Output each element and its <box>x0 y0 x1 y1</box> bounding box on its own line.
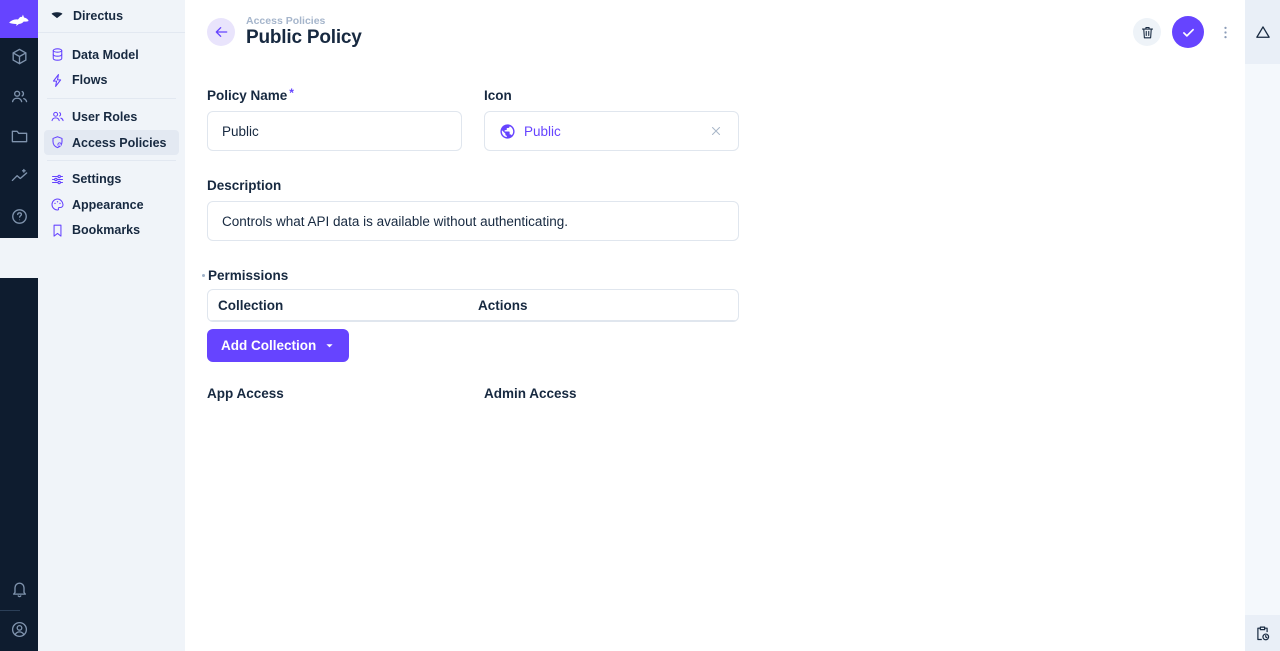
policy-name-input[interactable]: Public <box>207 111 462 151</box>
help-icon <box>10 207 29 229</box>
permissions-table: Collection Actions <box>207 289 739 322</box>
sidebar-item-label: Bookmarks <box>72 223 140 237</box>
main-content: Access Policies Public Policy Policy Nam… <box>185 0 1245 651</box>
notifications-button[interactable] <box>0 570 38 610</box>
sidebar-item-label: Settings <box>72 172 121 186</box>
database-icon <box>49 47 65 63</box>
sidebar-divider <box>47 160 176 161</box>
user-roles-icon <box>49 109 65 125</box>
sidebar-item-flows[interactable]: Flows <box>44 68 179 94</box>
description-input[interactable]: Controls what API data is available with… <box>207 201 739 241</box>
save-button[interactable] <box>1172 16 1204 48</box>
bell-icon <box>10 579 29 601</box>
project-switcher[interactable]: Directus <box>38 0 185 33</box>
add-collection-button[interactable]: Add Collection <box>207 329 349 362</box>
sidebar-item-data-model[interactable]: Data Model <box>44 42 179 68</box>
close-icon <box>709 124 723 138</box>
module-collections-module[interactable] <box>0 38 38 78</box>
module-help-module[interactable] <box>0 198 38 238</box>
module-bar <box>0 0 38 651</box>
sidebar-toggle-button[interactable] <box>1245 0 1280 64</box>
module-files-module[interactable] <box>0 118 38 158</box>
trash-icon <box>1140 25 1155 40</box>
project-logo-icon <box>49 8 65 24</box>
sidebar-item-label: Data Model <box>72 48 139 62</box>
column-actions: Actions <box>478 298 528 313</box>
app-root: Directus Data Model Flows User Roles Access… <box>0 0 1280 651</box>
tune-icon <box>49 171 65 187</box>
folder-icon <box>10 127 29 149</box>
more-options-button[interactable] <box>1215 18 1235 46</box>
gear-icon <box>10 247 29 269</box>
sidebar-item-label: User Roles <box>72 110 137 124</box>
globe-icon <box>499 123 516 140</box>
sidebar-item-user-roles[interactable]: User Roles <box>44 104 179 130</box>
description-field: Description Controls what API data is av… <box>207 178 760 241</box>
column-collection: Collection <box>218 298 478 313</box>
sidebar: Directus Data Model Flows User Roles Access… <box>38 0 185 651</box>
app-access-label: App Access <box>207 386 484 401</box>
page-title: Public Policy <box>246 27 362 49</box>
sidebar-item-settings[interactable]: Settings <box>44 166 179 192</box>
icon-field: Icon Public <box>484 88 739 151</box>
policy-name-field: Policy Name* Public <box>207 88 462 151</box>
bookmark-icon <box>49 222 65 238</box>
sidebar-nav: Data Model Flows User Roles Access Policies… <box>38 33 185 243</box>
check-icon <box>1180 24 1197 41</box>
breadcrumb[interactable]: Access Policies <box>246 15 362 27</box>
module-bottom-buttons <box>0 570 38 651</box>
admin-access-label: Admin Access <box>484 386 577 401</box>
sidebar-divider <box>47 98 176 99</box>
required-dot <box>202 274 205 277</box>
box-icon <box>10 47 29 69</box>
sidebar-item-label: Flows <box>72 73 107 87</box>
clear-icon-button[interactable] <box>708 123 724 139</box>
clipboard-clock-icon <box>1254 625 1271 642</box>
page-header: Access Policies Public Policy <box>185 0 1245 64</box>
icon-input[interactable]: Public <box>484 111 739 151</box>
bolt-icon <box>49 72 65 88</box>
back-button[interactable] <box>207 18 235 46</box>
dots-vertical-icon <box>1217 24 1234 41</box>
directus-logo[interactable] <box>0 0 38 38</box>
chart-icon <box>10 167 29 189</box>
rabbit-icon <box>8 8 30 30</box>
arrow-left-icon <box>213 24 229 40</box>
sidebar-item-appearance[interactable]: Appearance <box>44 192 179 218</box>
users-icon <box>10 87 29 109</box>
module-settings-module[interactable] <box>0 238 38 278</box>
sidebar-item-label: Access Policies <box>72 136 167 150</box>
table-header: Collection Actions <box>208 290 738 321</box>
module-users-module[interactable] <box>0 78 38 118</box>
project-name: Directus <box>73 9 123 23</box>
account-button[interactable] <box>0 611 38 651</box>
module-insights-module[interactable] <box>0 158 38 198</box>
delete-button[interactable] <box>1133 18 1161 46</box>
triangle-icon <box>1254 23 1272 41</box>
permissions-label: Permissions <box>207 268 760 283</box>
avatar-icon <box>10 620 29 642</box>
sidebar-item-label: Appearance <box>72 198 144 212</box>
chevron-down-icon <box>322 338 337 353</box>
policy-form: Policy Name* Public Icon Public <box>185 64 760 401</box>
revisions-button[interactable] <box>1245 615 1280 651</box>
sidebar-item-bookmarks[interactable]: Bookmarks <box>44 218 179 244</box>
module-buttons <box>0 38 38 278</box>
palette-icon <box>49 197 65 213</box>
sidebar-item-access-policies[interactable]: Access Policies <box>44 130 179 156</box>
shield-lock-icon <box>49 135 65 151</box>
right-sidebar <box>1245 0 1280 651</box>
required-marker: * <box>289 86 294 100</box>
